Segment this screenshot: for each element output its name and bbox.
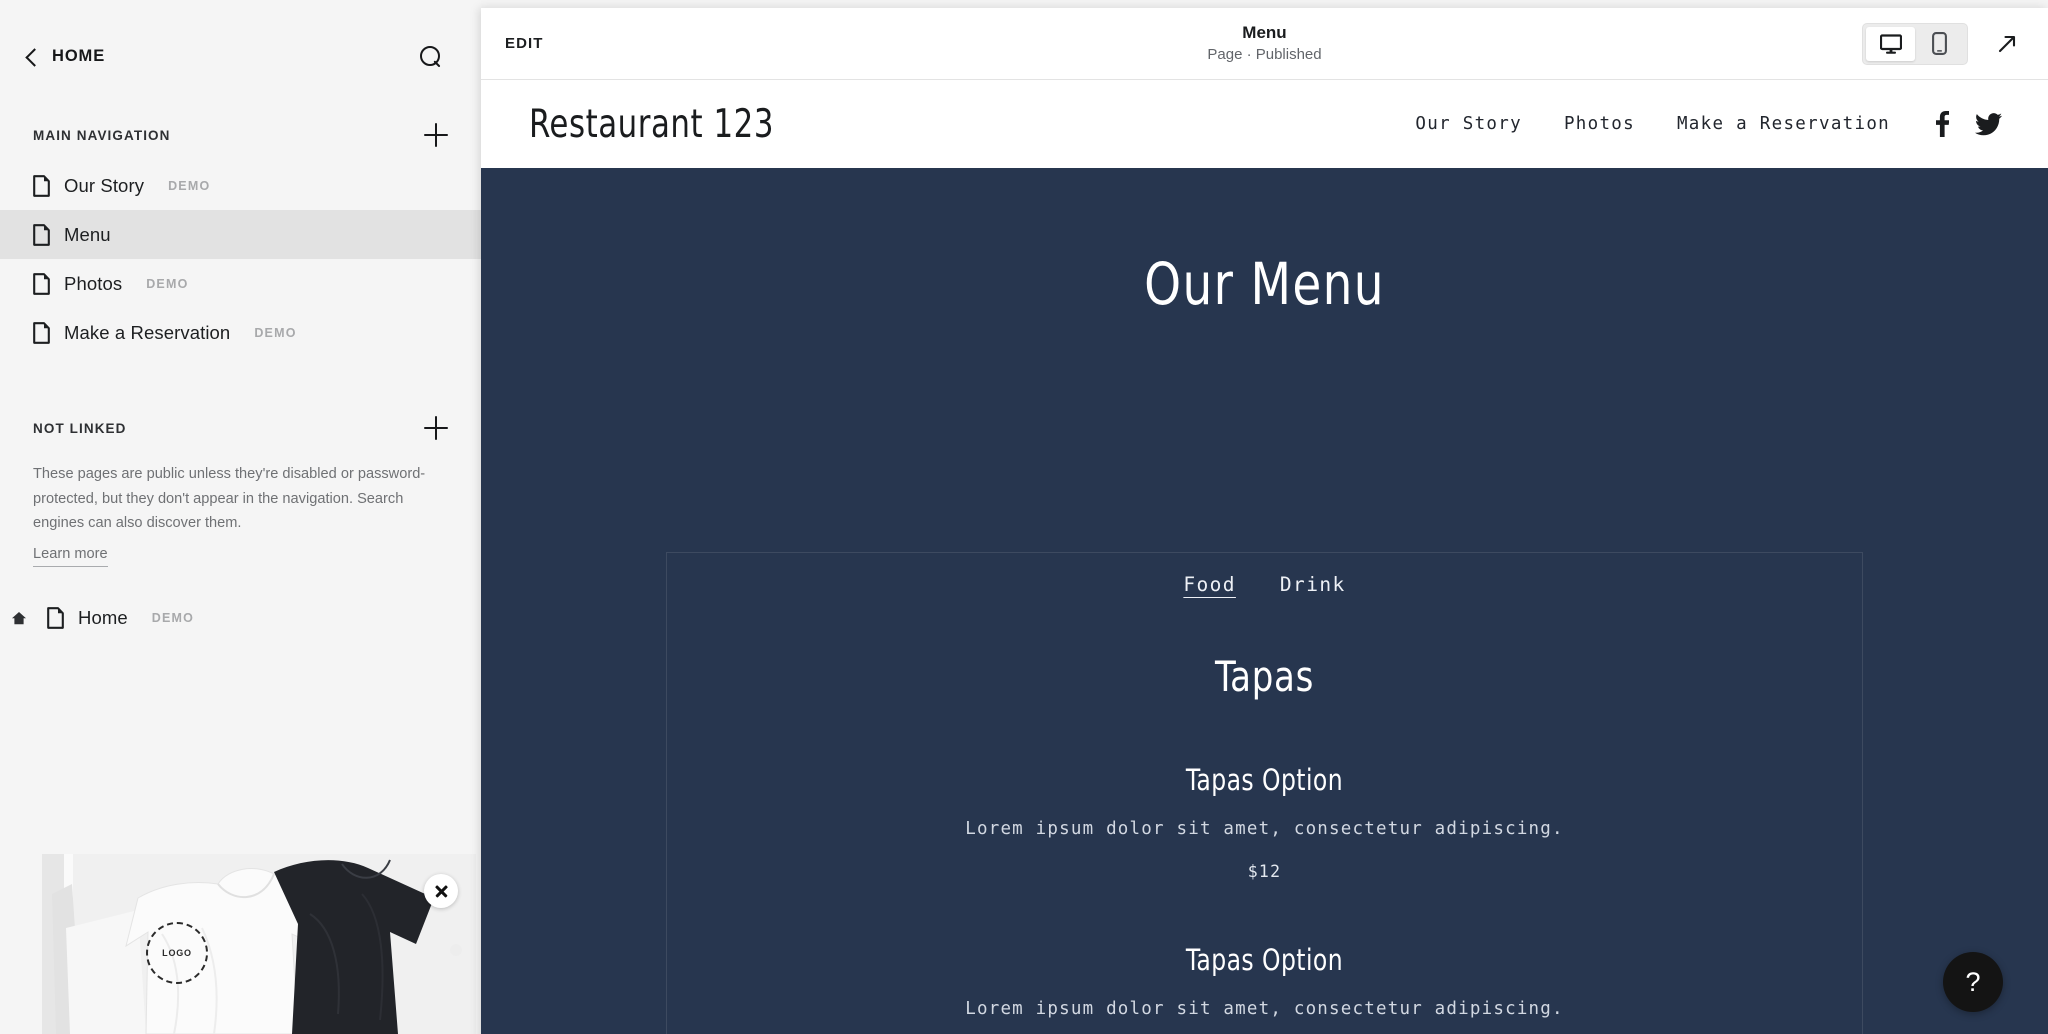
- desktop-icon: [1879, 33, 1902, 54]
- site-nav-link-make-a-reservation[interactable]: Make a Reservation: [1677, 114, 1890, 134]
- app-root: HOME MAIN NAVIGATION Our Story DEMO Menu Ph…: [0, 0, 2048, 1034]
- edit-button[interactable]: EDIT: [505, 35, 544, 52]
- not-linked-description-text: These pages are public unless they're di…: [33, 466, 426, 531]
- menu-tab-food[interactable]: Food: [1183, 573, 1236, 596]
- sidebar-item-label: Photos: [64, 272, 123, 294]
- sidebar-item-our-story[interactable]: Our Story DEMO: [0, 161, 481, 210]
- not-linked-title: NOT LINKED: [33, 420, 127, 436]
- back-to-home-button[interactable]: HOME: [24, 47, 411, 66]
- sidebar-header: HOME: [0, 0, 481, 113]
- sidebar-item-label: Home: [78, 606, 128, 628]
- site-header: Restaurant 123 Our Story Photos Make a Res…: [481, 80, 2048, 168]
- not-linked-section: NOT LINKED These pages are public unless…: [0, 406, 481, 642]
- page-icon: [33, 223, 50, 246]
- sidebar-item-label: Menu: [64, 223, 111, 245]
- not-linked-list: Home DEMO: [0, 593, 481, 642]
- dish-name: Tapas Option: [1185, 943, 1344, 977]
- dish-item: Tapas Option Lorem ipsum dolor sit amet, …: [667, 943, 1862, 1019]
- site-nav-link-photos[interactable]: Photos: [1564, 114, 1635, 134]
- site-body: Our Menu Food Drink Tapas Tapas Option Lor…: [481, 168, 2048, 1034]
- page-icon: [33, 272, 50, 295]
- desktop-view-button[interactable]: [1866, 26, 1915, 61]
- external-link-icon: [1998, 35, 2016, 52]
- mobile-view-button[interactable]: [1915, 27, 1964, 61]
- main-navigation-title: MAIN NAVIGATION: [33, 127, 171, 143]
- add-page-main-nav-button[interactable]: [421, 120, 451, 150]
- menu-section-block: Food Drink Tapas Tapas Option Lorem ipsum …: [666, 552, 1863, 1034]
- logo-placeholder-badge: LOGO: [146, 922, 208, 984]
- site-preview-pane: EDIT Menu Page · Published Restaurant 12…: [481, 8, 2048, 1034]
- main-navigation-header: MAIN NAVIGATION: [0, 113, 481, 157]
- page-title: Menu: [1242, 23, 1287, 42]
- preview-title-block: Menu Page · Published: [481, 22, 2048, 65]
- menu-category-title: Tapas: [1214, 652, 1315, 701]
- search-button[interactable]: [411, 37, 451, 77]
- back-label: HOME: [52, 47, 106, 65]
- menu-heading: Our Menu: [1144, 250, 1385, 318]
- sidebar-item-photos[interactable]: Photos DEMO: [0, 259, 481, 308]
- search-icon: [420, 45, 442, 68]
- demo-badge: DEMO: [168, 178, 211, 193]
- page-icon: [47, 606, 64, 629]
- menu-tab-drink[interactable]: Drink: [1280, 573, 1346, 596]
- learn-more-link[interactable]: Learn more: [33, 542, 108, 567]
- twitter-icon[interactable]: [1975, 112, 2002, 136]
- sidebar-item-home[interactable]: Home DEMO: [0, 593, 481, 642]
- dish-name: Tapas Option: [1185, 763, 1344, 797]
- social-links: [1936, 111, 2002, 137]
- not-linked-description: These pages are public unless they're di…: [0, 450, 481, 567]
- promo-card[interactable]: LOGO: [42, 854, 476, 1034]
- tshirt-promo-image: [42, 854, 476, 1034]
- dish-list: Tapas Option Lorem ipsum dolor sit amet, …: [667, 763, 1862, 1019]
- help-button[interactable]: ?: [1943, 952, 2003, 1012]
- page-status: Page · Published: [1207, 46, 1322, 63]
- demo-badge: DEMO: [151, 610, 195, 625]
- not-linked-header: NOT LINKED: [0, 406, 481, 450]
- pages-sidebar: HOME MAIN NAVIGATION Our Story DEMO Menu Ph…: [0, 0, 481, 1034]
- dish-price: $12: [1247, 862, 1282, 881]
- demo-badge: DEMO: [146, 276, 189, 291]
- device-toggle-group: [1862, 22, 1968, 65]
- sidebar-item-make-a-reservation[interactable]: Make a Reservation DEMO: [0, 308, 481, 357]
- facebook-icon[interactable]: [1936, 111, 1949, 137]
- site-navigation: Our Story Photos Make a Reservation: [1373, 111, 2002, 137]
- dish-description: Lorem ipsum dolor sit amet, consectetur …: [965, 999, 1564, 1019]
- sidebar-item-label: Our Story: [64, 174, 145, 196]
- close-promo-button[interactable]: [424, 874, 458, 908]
- preview-toolbar: EDIT Menu Page · Published: [481, 8, 2048, 80]
- chevron-left-icon: [24, 49, 40, 65]
- mobile-icon: [1932, 32, 1947, 55]
- site-nav-link-our-story[interactable]: Our Story: [1415, 114, 1522, 134]
- page-icon: [33, 174, 50, 197]
- sidebar-item-label: Make a Reservation: [64, 321, 231, 343]
- main-navigation-list: Our Story DEMO Menu Photos DEMO Make a Reserv…: [0, 161, 481, 357]
- page-icon: [33, 321, 50, 344]
- home-indicator-icon: [11, 611, 29, 625]
- menu-category-tabs: Food Drink: [667, 573, 1862, 596]
- sidebar-item-menu[interactable]: Menu: [0, 210, 481, 259]
- dish-item: Tapas Option Lorem ipsum dolor sit amet, …: [667, 763, 1862, 881]
- site-brand[interactable]: Restaurant 123: [529, 102, 774, 147]
- add-page-not-linked-button[interactable]: [421, 413, 451, 443]
- close-icon: [434, 884, 449, 899]
- demo-badge: DEMO: [254, 325, 297, 340]
- dish-description: Lorem ipsum dolor sit amet, consectetur …: [965, 819, 1564, 839]
- open-in-new-tab-button[interactable]: [1990, 27, 2024, 61]
- preview-tools: [1862, 22, 2024, 65]
